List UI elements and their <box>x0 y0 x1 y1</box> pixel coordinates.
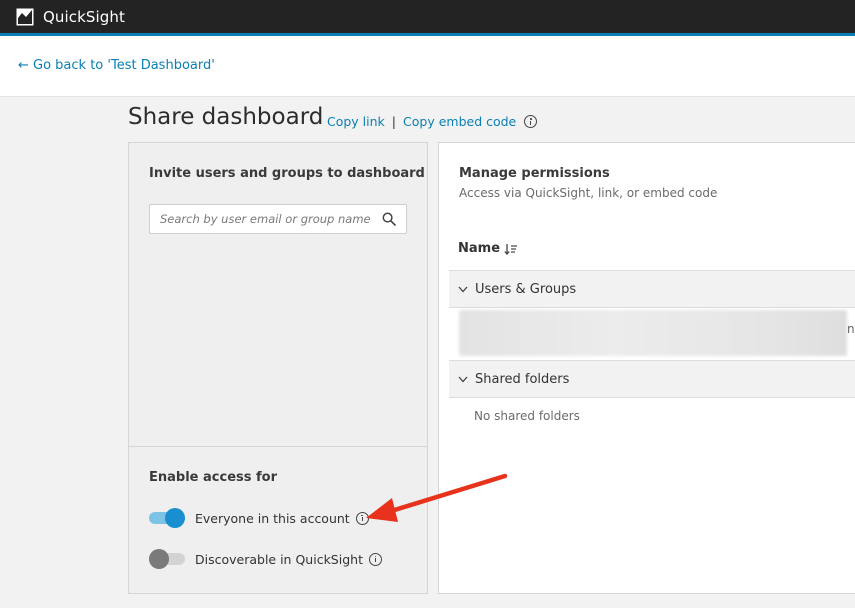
discoverable-label: Discoverable in QuickSight <box>195 551 363 567</box>
page-title: Share dashboard <box>128 104 324 130</box>
invite-panel: Invite users and groups to dashboard Ena… <box>128 142 428 594</box>
embed-info-icon[interactable] <box>524 115 538 128</box>
permissions-panel: Manage permissions Access via QuickSight… <box>438 142 855 594</box>
sort-icon[interactable] <box>504 243 518 255</box>
app-topbar: QuickSight <box>0 0 855 33</box>
manage-permissions-subtitle: Access via QuickSight, link, or embed co… <box>459 186 718 200</box>
redacted-user-row <box>459 310 847 356</box>
everyone-info-icon[interactable] <box>355 511 369 525</box>
no-shared-folders-text: No shared folders <box>474 409 580 423</box>
discoverable-info-icon[interactable] <box>368 552 382 566</box>
header-actions: Copy link | Copy embed code <box>327 114 538 129</box>
chevron-down-icon <box>458 376 468 382</box>
search-icon[interactable] <box>382 212 396 226</box>
name-column-label: Name <box>458 241 501 256</box>
toggle-row-everyone: Everyone in this account <box>149 508 369 528</box>
app-title: QuickSight <box>43 7 126 26</box>
copy-embed-code-button[interactable]: Copy embed code <box>403 114 516 129</box>
name-column-header[interactable]: Name <box>458 241 518 256</box>
invite-title: Invite users and groups to dashboard <box>149 166 425 181</box>
quicksight-logo-icon <box>16 8 34 25</box>
search-box <box>149 204 407 234</box>
users-groups-label: Users & Groups <box>475 281 577 297</box>
shared-folders-section-header[interactable]: Shared folders <box>449 360 855 398</box>
enable-access-title: Enable access for <box>149 470 278 485</box>
everyone-in-account-toggle[interactable] <box>149 508 185 528</box>
users-groups-section-header[interactable]: Users & Groups <box>449 270 855 308</box>
back-bar: ← Go back to 'Test Dashboard' <box>0 36 855 97</box>
go-back-link[interactable]: ← Go back to 'Test Dashboard' <box>18 58 215 73</box>
shared-folders-label: Shared folders <box>475 371 570 387</box>
search-input[interactable] <box>160 205 376 233</box>
everyone-in-account-label: Everyone in this account <box>195 510 350 526</box>
copy-link-button[interactable]: Copy link <box>327 114 385 129</box>
discoverable-toggle[interactable] <box>149 549 185 569</box>
user-row-permission-text: na <box>847 322 855 336</box>
header-separator: | <box>391 114 397 129</box>
manage-permissions-title: Manage permissions <box>459 166 610 181</box>
invite-section: Invite users and groups to dashboard <box>129 143 427 447</box>
toggle-row-discoverable: Discoverable in QuickSight <box>149 549 382 569</box>
chevron-down-icon <box>458 286 468 292</box>
